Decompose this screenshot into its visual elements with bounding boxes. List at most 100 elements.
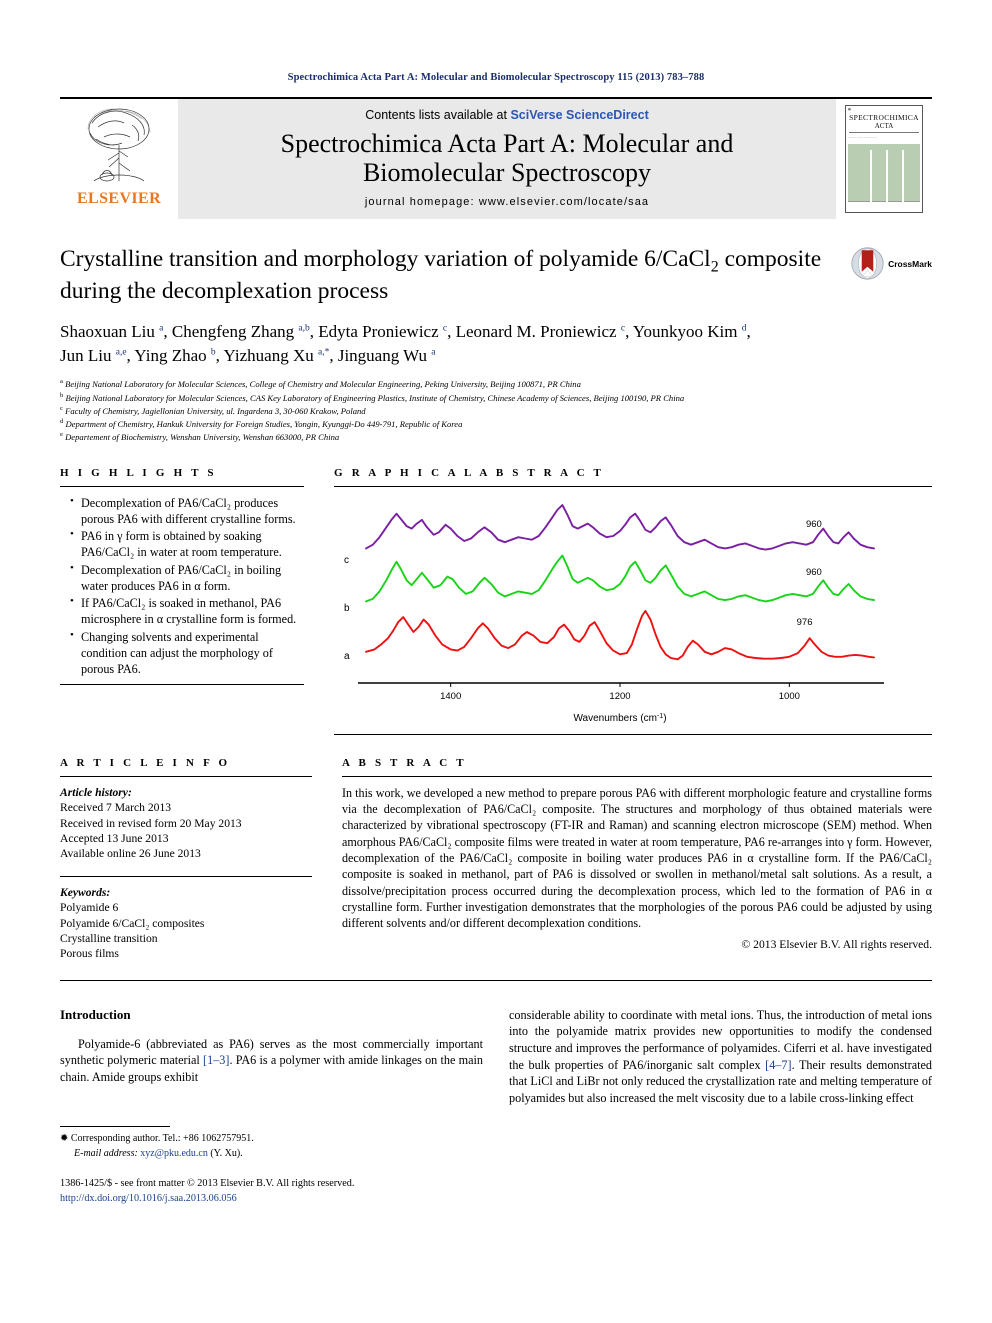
affiliation-marker-a: a (60, 378, 63, 386)
affiliation-d: d Department of Chemistry, Hankuk Univer… (60, 417, 932, 430)
corresponding-author-text: Corresponding author. Tel.: +86 10627579… (70, 1133, 254, 1145)
elsevier-tree-icon (87, 108, 151, 182)
trace-label-b: b (344, 603, 350, 614)
info-abstract-row: A R T I C L E I N F O Article history: R… (60, 757, 932, 962)
affiliation-e: e Departement of Biochemistry, Wenshan U… (60, 430, 932, 443)
x-tick-label: 1200 (609, 691, 630, 702)
list-item: Changing solvents and experimental condi… (70, 628, 304, 678)
crossmark-badge[interactable]: CrossMark (851, 247, 932, 280)
journal-title-line1: Spectrochimica Acta Part A: Molecular an… (280, 128, 734, 158)
keywords-block: Keywords: Polyamide 6 Polyamide 6/CaCl₂ … (60, 885, 312, 962)
doi-link[interactable]: http://dx.doi.org/10.1016/j.saa.2013.06.… (60, 1192, 543, 1207)
affiliation-marker-b: b (60, 391, 64, 399)
title-block: CrossMark Crystalline transition and mor… (60, 245, 932, 443)
graphical-abstract-bottom-rule (334, 733, 932, 735)
abstract-section: A B S T R A C T In this work, we develop… (342, 757, 932, 962)
keyword-item: Crystalline transition (60, 932, 158, 945)
spectrum-trace-c (365, 503, 875, 551)
article-info-rule (60, 775, 312, 777)
list-item: Decomplexation of PA6/CaCl₂ in boiling w… (70, 561, 304, 594)
journal-title-line2: Biomolecular Spectroscopy (362, 158, 652, 187)
journal-cover-thumb: ▦ SPECTROCHIMICA ACTA _ _ _ _ _ _ _ _ _ … (845, 105, 923, 213)
corresponding-author-marker: ✹ (60, 1133, 69, 1145)
journal-cover: ▦ SPECTROCHIMICA ACTA _ _ _ _ _ _ _ _ _ … (836, 99, 932, 219)
keyword-item: Polyamide 6 (60, 901, 119, 915)
cover-subtext: _ _ _ _ _ _ _ _ _ _ _ _ _ (848, 134, 877, 139)
keywords-rule (60, 875, 312, 877)
issn-block: 1386-1425/$ - see front matter © 2013 El… (60, 1177, 543, 1207)
affiliation-b: b Beijing National Laboratory for Molecu… (60, 391, 932, 404)
title-subscript: 2 (710, 258, 719, 276)
list-item: If PA6/CaCl₂ is soaked in methanol, PA6 … (70, 594, 304, 627)
affiliation-c: c Faculty of Chemistry, Jagiellonian Uni… (60, 404, 932, 417)
cover-title-line2: ACTA (874, 122, 894, 131)
citation-ref-1-3[interactable]: [1–3] (203, 1053, 229, 1067)
x-tick-label: 1400 (440, 691, 461, 702)
contents-prefix: Contents lists available at (365, 107, 511, 122)
peak-annotation-c: 960 (806, 519, 822, 530)
journal-title: Spectrochimica Acta Part A: Molecular an… (281, 129, 734, 187)
article-page: Spectrochimica Acta Part A: Molecular an… (0, 0, 992, 1323)
email-link[interactable]: xyz@pku.edu.cn (140, 1148, 208, 1159)
article-info-heading: A R T I C L E I N F O (60, 756, 231, 769)
section-divider (60, 979, 932, 981)
cover-footer (848, 201, 920, 210)
cover-divider (849, 132, 919, 134)
cover-mini-text: ▦ (848, 107, 851, 111)
elsevier-wordmark: ELSEVIER (76, 190, 162, 207)
highlights-bottom-rule (60, 684, 304, 686)
keywords-label: Keywords: (60, 885, 111, 899)
abstract-copyright: © 2013 Elsevier B.V. All rights reserved… (741, 937, 932, 951)
affiliation-text-c: Faculty of Chemistry, Jagiellonian Unive… (65, 405, 366, 416)
email-label: E-mail address: (74, 1147, 138, 1159)
peak-annotation-a: 976 (797, 617, 813, 628)
sciencedirect-link[interactable]: SciVerse ScienceDirect (510, 108, 648, 122)
affiliation-text-b: Beijing National Laboratory for Molecula… (65, 392, 685, 403)
affiliation-text-a: Beijing National Laboratory for Molecula… (65, 379, 581, 390)
trace-label-a: a (344, 651, 350, 662)
running-head: Spectrochimica Acta Part A: Molecular an… (287, 72, 705, 83)
trace-label-c: c (344, 555, 349, 566)
abstract-text: In this work, we developed a new method … (342, 785, 932, 931)
highlights-rule (60, 485, 304, 487)
introduction-section: Introduction Polyamide-6 (abbreviated as… (60, 1007, 932, 1107)
keyword-item: Porous films (60, 947, 119, 961)
title-part1: Crystalline transition and morphology va… (60, 246, 711, 272)
affiliation-marker-d: d (60, 417, 64, 425)
citation-ref-4-7[interactable]: [4–7] (765, 1058, 791, 1072)
article-info-section: A R T I C L E I N F O Article history: R… (60, 757, 312, 962)
affiliation-list: a Beijing National Laboratory for Molecu… (60, 377, 932, 442)
x-tick-label: 1000 (779, 691, 800, 702)
page-title: Crystalline transition and morphology va… (60, 245, 932, 306)
affiliation-a: a Beijing National Laboratory for Molecu… (60, 377, 932, 390)
history-online: Available online 26 June 2013 (60, 847, 201, 861)
cover-masthead: ▦ SPECTROCHIMICA ACTA _ _ _ _ _ _ _ _ _ … (848, 107, 920, 144)
journal-homepage[interactable]: journal homepage: www.elsevier.com/locat… (365, 196, 649, 208)
corresponding-author-note: ✹ Corresponding author. Tel.: +86 106275… (60, 1132, 543, 1161)
intro-paragraph-2: considerable ability to coordinate with … (509, 1007, 932, 1107)
highlights-heading: H I G H L I G H T S (60, 466, 217, 479)
highlights-list: Decomplexation of PA6/CaCl₂ produces por… (60, 494, 304, 678)
footnote-section: ✹ Corresponding author. Tel.: +86 106275… (60, 1126, 543, 1207)
journal-banner: ELSEVIER Contents lists available at Sci… (60, 97, 932, 219)
affiliation-text-d: Department of Chemistry, Hankuk Universi… (65, 418, 463, 429)
journal-banner-center: Contents lists available at SciVerse Sci… (178, 99, 836, 219)
cover-image (848, 144, 920, 208)
graphical-abstract-figure: a b c 960 960 976 1400 1200 1000 Wavenumbers (cm-… (334, 495, 932, 727)
contents-line: Contents lists available at SciVerse Sci… (365, 108, 649, 122)
email-suffix: (Y. Xu). (210, 1147, 243, 1159)
raman-spectra-chart: a b c 960 960 976 1400 1200 1000 Wavenumbers (cm-… (344, 503, 884, 724)
list-item: PA6 in γ form is obtained by soaking PA6… (70, 527, 304, 560)
intro-column-right: considerable ability to coordinate with … (509, 1007, 932, 1107)
abstract-rule (342, 775, 932, 777)
graphical-abstract-section: G R A P H I C A L A B S T R A C T a b c 960… (334, 467, 932, 743)
article-history-label: Article history: (60, 785, 132, 799)
highlights-graphical-row: H I G H L I G H T S Decomplexation of PA… (60, 467, 932, 743)
spectrum-trace-b (365, 554, 875, 603)
author-line-1: Shaoxuan Liu a, Chengfeng Zhang a,b, Edy… (60, 321, 751, 341)
crossmark-icon (851, 247, 884, 280)
intro-column-left: Introduction Polyamide-6 (abbreviated as… (60, 1007, 483, 1107)
keyword-item: Polyamide 6/CaCl₂ composites (60, 916, 205, 930)
article-history: Article history: Received 7 March 2013 R… (60, 785, 312, 862)
intro-paragraph-1: Polyamide-6 (abbreviated as PA6) serves … (60, 1036, 483, 1086)
